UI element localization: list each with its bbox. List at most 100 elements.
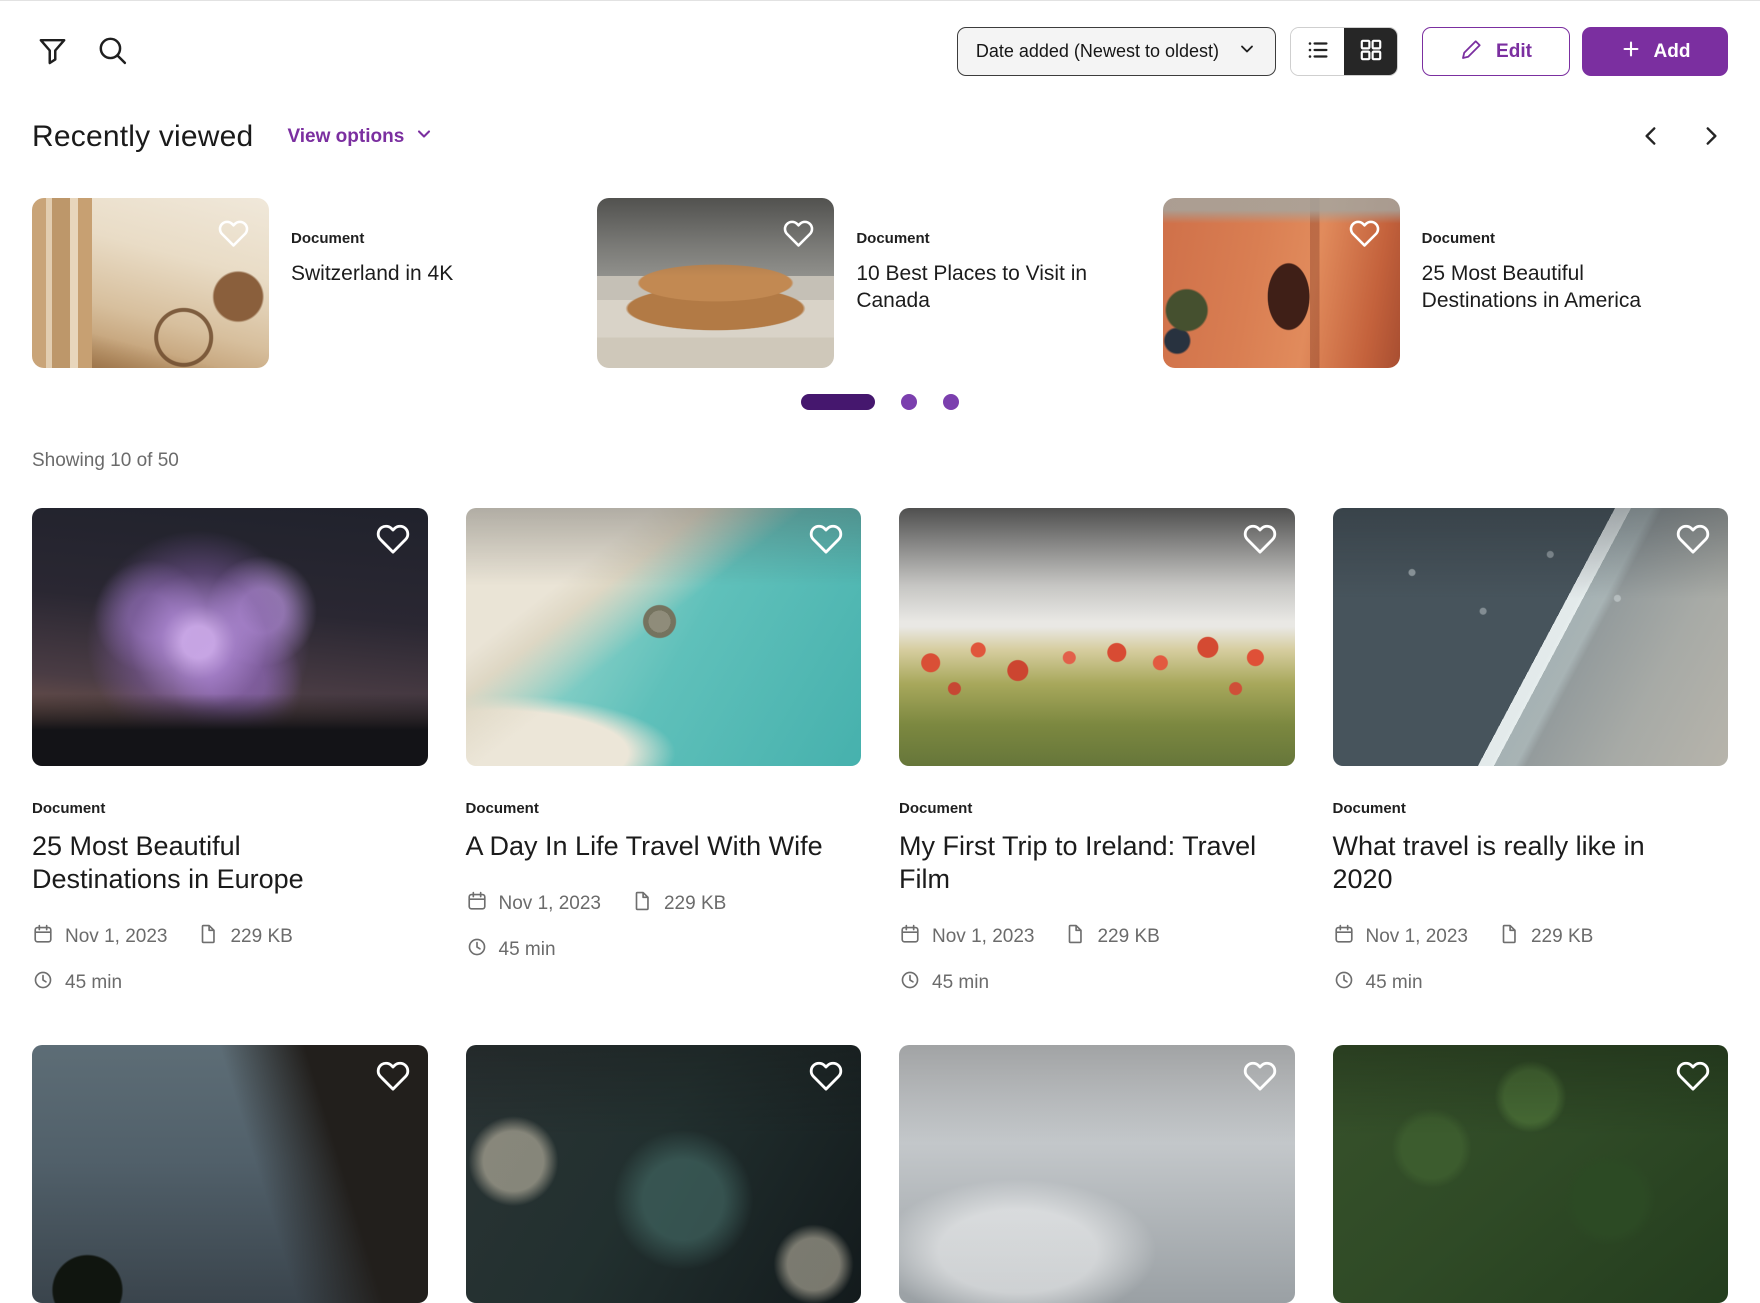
carousel-item-text: Document 25 Most Beautiful Destinations … — [1422, 198, 1667, 368]
item-meta-row: Nov 1, 2023 229 KB — [1333, 923, 1729, 951]
thumbnail-aerial-beach[interactable] — [465, 508, 861, 766]
toolbar: Date added (Newest to oldest) Edit Add — [0, 1, 1760, 76]
chevron-left-icon — [1638, 123, 1664, 152]
favorite-button[interactable] — [1243, 1059, 1277, 1093]
chevron-right-icon — [1698, 123, 1724, 152]
item-meta-row: 45 min — [466, 936, 862, 964]
item-kind-label: Document — [899, 800, 973, 817]
carousel-next-button[interactable] — [1694, 120, 1728, 154]
item-size-group: 229 KB — [1498, 923, 1593, 951]
clock-icon — [1333, 969, 1355, 997]
item-meta-row: Nov 1, 2023 229 KB — [32, 923, 428, 951]
calendar-icon — [32, 923, 54, 951]
recently-viewed-carousel: Document Switzerland in 4K Document 10 B… — [32, 198, 1728, 368]
favorite-button[interactable] — [1676, 1059, 1710, 1093]
heart-icon — [1676, 524, 1710, 559]
thumbnail-cliff-at-dusk[interactable] — [32, 1045, 428, 1303]
carousel-item[interactable]: Document 25 Most Beautiful Destinations … — [1162, 198, 1728, 368]
grid-view-icon — [1358, 37, 1384, 66]
section-header: Recently viewed View options — [0, 120, 1760, 154]
file-icon — [1064, 923, 1086, 951]
item-date: Nov 1, 2023 — [932, 926, 1035, 947]
item-title: Switzerland in 4K — [291, 262, 454, 285]
favorite-button[interactable] — [218, 218, 249, 249]
item-meta-row: Nov 1, 2023 229 KB — [466, 890, 862, 918]
item-duration: 45 min — [1365, 972, 1423, 993]
add-button[interactable]: Add — [1582, 27, 1728, 76]
item-date: Nov 1, 2023 — [498, 893, 601, 914]
favorite-button[interactable] — [376, 522, 410, 556]
chevron-down-icon — [414, 124, 434, 150]
item-date: Nov 1, 2023 — [65, 926, 168, 947]
favorite-button[interactable] — [809, 1059, 843, 1093]
carousel-item-text: Document Switzerland in 4K — [291, 198, 453, 368]
sort-dropdown[interactable]: Date added (Newest to oldest) — [956, 27, 1276, 76]
document-card[interactable]: Document My First Trip to Ireland: Trave… — [899, 508, 1295, 997]
file-icon — [197, 923, 219, 951]
thumbnail-tan-leather-sofa[interactable] — [597, 198, 835, 368]
item-meta-row: 45 min — [1333, 969, 1729, 997]
thumbnail-misty-clouds[interactable] — [899, 1045, 1295, 1303]
item-duration: 45 min — [932, 972, 990, 993]
carousel-prev-button[interactable] — [1634, 120, 1668, 154]
chevron-down-icon — [1237, 39, 1257, 64]
item-kind-label: Document — [856, 230, 930, 247]
item-title: What travel is really like in 2020 — [1332, 831, 1645, 894]
favorite-button[interactable] — [809, 522, 843, 556]
document-card[interactable]: Document What travel is really like in 2… — [1332, 508, 1729, 997]
carousel-item[interactable]: Document Switzerland in 4K — [32, 198, 597, 368]
media-library-page: Date added (Newest to oldest) Edit Add R… — [0, 0, 1760, 1303]
carousel-item[interactable]: Document 10 Best Places to Visit in Cana… — [597, 198, 1162, 368]
view-options-label: View options — [287, 126, 405, 147]
clock-icon — [466, 936, 488, 964]
favorite-button[interactable] — [783, 218, 814, 249]
item-duration: 45 min — [498, 939, 556, 960]
thumbnail-dark-teal-bokeh[interactable] — [465, 1045, 861, 1303]
heart-icon — [1349, 220, 1380, 252]
grid-view-button[interactable] — [1344, 28, 1397, 75]
pagination-dot-active[interactable] — [801, 394, 875, 410]
document-card[interactable]: Document 25 Most Beautiful Destinations … — [32, 508, 428, 997]
item-title: A Day In Life Travel With Wife — [465, 831, 823, 861]
item-kind-label: Document — [291, 230, 365, 247]
edit-button-label: Edit — [1496, 40, 1532, 62]
calendar-icon — [1333, 923, 1355, 951]
plus-icon — [1620, 38, 1642, 66]
heart-icon — [809, 1061, 843, 1096]
thumbnail-joshua-tree-night[interactable] — [32, 508, 428, 766]
document-grid: Document 25 Most Beautiful Destinations … — [32, 508, 1728, 997]
search-button[interactable] — [92, 32, 132, 72]
thumbnail-bicycle-by-window[interactable] — [32, 198, 269, 368]
item-kind-label: Document — [32, 800, 106, 817]
document-card[interactable] — [899, 1045, 1295, 1303]
heart-icon — [783, 220, 814, 252]
item-kind-label: Document — [1421, 230, 1495, 247]
document-card[interactable] — [465, 1045, 861, 1303]
list-view-button[interactable] — [1291, 28, 1344, 75]
item-size-group: 229 KB — [1064, 923, 1160, 951]
carousel-item-text: Document 10 Best Places to Visit in Cana… — [856, 198, 1101, 368]
favorite-button[interactable] — [376, 1059, 410, 1093]
thumbnail-forest-aerial[interactable] — [1332, 1045, 1728, 1303]
favorite-button[interactable] — [1243, 522, 1277, 556]
thumbnail-wet-sand-shore[interactable] — [1332, 508, 1728, 766]
pagination-dot[interactable] — [943, 394, 959, 410]
view-options-dropdown[interactable]: View options — [287, 124, 434, 150]
document-card[interactable] — [32, 1045, 428, 1303]
pagination-dot[interactable] — [901, 394, 917, 410]
document-grid-row-2 — [32, 1045, 1728, 1303]
results-count: Showing 10 of 50 — [32, 450, 179, 471]
document-card[interactable]: Document A Day In Life Travel With Wife … — [465, 508, 862, 997]
item-kind-label: Document — [1332, 800, 1406, 817]
thumbnail-terracotta-interior[interactable] — [1162, 198, 1400, 368]
document-card[interactable] — [1332, 1045, 1728, 1303]
favorite-button[interactable] — [1676, 522, 1710, 556]
favorite-button[interactable] — [1349, 218, 1380, 249]
item-meta-row: Nov 1, 2023 229 KB — [899, 923, 1295, 951]
item-title: My First Trip to Ireland: Travel Film — [899, 831, 1257, 894]
filter-button[interactable] — [32, 32, 72, 72]
clock-icon — [32, 969, 54, 997]
edit-button[interactable]: Edit — [1422, 27, 1570, 76]
thumbnail-poppy-field[interactable] — [899, 508, 1295, 766]
item-duration: 45 min — [65, 972, 123, 993]
